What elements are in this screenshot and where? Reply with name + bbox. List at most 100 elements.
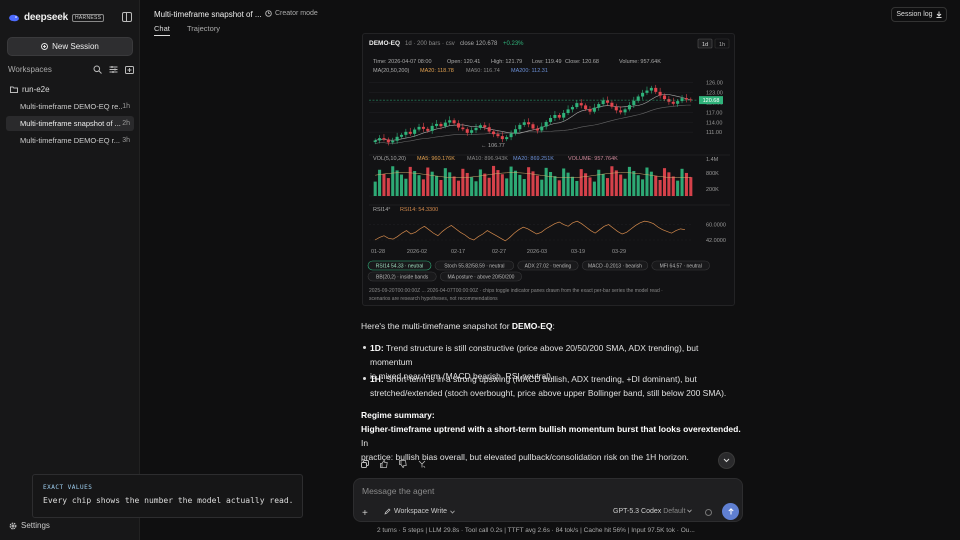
candle (531, 124, 535, 129)
session-item-active[interactable]: Multi-timeframe snapshot of ... 2h (6, 116, 134, 131)
session-item[interactable]: Multi-timeframe DEMO-EQ re... 1h (6, 99, 134, 114)
volume-bar (623, 178, 627, 196)
download-icon (936, 11, 942, 18)
harness-badge: HARNESS (72, 13, 105, 22)
app-logo[interactable]: deepseek HARNESS (8, 12, 105, 23)
model-selector[interactable]: GPT-5.3 Codex Default (613, 508, 693, 515)
copy-icon[interactable] (361, 460, 369, 468)
sidebar-toggle-icon[interactable] (122, 12, 132, 22)
candle (632, 100, 636, 106)
candle (408, 131, 412, 134)
branch-icon[interactable] (418, 460, 426, 468)
volume-tick-label: 1.4M (706, 157, 719, 163)
add-folder-icon[interactable] (125, 65, 134, 74)
regime-bold: Higher-timeframe uptrend with a short-te… (361, 424, 741, 434)
session-log-button[interactable]: Session log (891, 7, 947, 22)
volume-bar (645, 167, 649, 196)
candle (513, 129, 517, 134)
price-pane: 126.00123.00120.00117.00114.00111.00120.… (369, 81, 723, 149)
indicator-chip-label: Stoch 55.82/58.59 · neutral (444, 263, 504, 269)
search-icon[interactable] (93, 65, 102, 74)
volume-bar (671, 176, 675, 196)
candle (619, 110, 623, 113)
volume-bar (632, 171, 636, 196)
creator-mode-toggle[interactable]: Creator mode (265, 10, 318, 17)
volume-bar (395, 170, 399, 196)
send-button[interactable] (722, 503, 739, 520)
session-title-header[interactable]: Multi-timeframe snapshot of ... (154, 10, 262, 19)
app-name: deepseek (24, 12, 68, 23)
tab-trajectory[interactable]: Trajectory (187, 24, 220, 33)
volume-bar (404, 178, 408, 196)
intro-symbol: DEMO-EQ (511, 321, 553, 331)
indicator-chip-label: RSI14 54.33 · neutral (376, 263, 424, 269)
model-name: GPT-5.3 Codex (613, 508, 662, 515)
settings-button[interactable]: Settings (9, 521, 50, 530)
volume-bar (689, 177, 693, 196)
indicator-chip-label: MA posture · above 20/50/200 (447, 274, 514, 280)
timeframe-1d-label: 1d (702, 42, 708, 48)
volume-bar (676, 180, 680, 196)
session-title: Multi-timeframe DEMO-EQ r... (20, 136, 121, 145)
volume-bar (680, 168, 684, 196)
volume-bar (500, 174, 504, 196)
tab-chat[interactable]: Chat (154, 24, 170, 33)
volume-bar (610, 166, 614, 196)
filter-icon[interactable] (109, 65, 118, 74)
candle (671, 101, 675, 104)
workspace-permission-dropdown[interactable]: Workspace Write (384, 508, 455, 515)
candle (426, 128, 430, 131)
tip-body: Every chip shows the number the model ac… (43, 496, 294, 505)
candle (448, 120, 452, 123)
thumbs-down-icon[interactable] (399, 460, 407, 468)
tip-title: EXACT VALUES (43, 484, 93, 491)
bullet-1d-label: 1D: (370, 343, 384, 353)
volume-bar (456, 180, 461, 196)
new-session-button[interactable]: New Session (7, 37, 133, 56)
price-tick-label: 114.00 (706, 120, 722, 126)
bullet-dot (363, 377, 366, 380)
ma-line (375, 94, 691, 141)
volume-bar (505, 178, 509, 196)
message-composer[interactable]: Message the agent + Workspace Write GPT-… (353, 478, 743, 522)
candle (566, 109, 570, 114)
message-input-placeholder[interactable]: Message the agent (362, 486, 434, 496)
rsi-pane: 60.0000 42.0000 01-28 2026-02 02-17 02-27 2026… (369, 154, 730, 255)
info-volume: Volume: 957.64K (619, 59, 661, 65)
volume-bar (417, 175, 421, 196)
attach-plus-icon[interactable]: + (362, 508, 368, 519)
volume-tick-label: 800K (706, 171, 719, 177)
candle (452, 120, 456, 124)
info-time: Time: 2026-04-07 08:00 (373, 59, 432, 65)
candle (597, 104, 601, 108)
volume-bar (421, 179, 425, 196)
volume-bar (614, 170, 618, 196)
volume-bar (518, 174, 522, 196)
volume-bar (557, 180, 561, 196)
volume-bar (566, 172, 570, 196)
volume-bar (435, 175, 439, 196)
candle (399, 134, 404, 137)
workspace-folder[interactable]: run-e2e (10, 85, 50, 94)
candle (662, 95, 667, 100)
candle (395, 136, 399, 141)
price-tick-label: 126.00 (706, 81, 723, 87)
volume-bar (439, 180, 443, 196)
candle (605, 100, 610, 103)
candle (487, 127, 491, 132)
session-item[interactable]: Multi-timeframe DEMO-EQ r... 3h (6, 133, 134, 148)
candle (667, 99, 671, 102)
intro-prefix: Here's the multi-timeframe snapshot for (361, 321, 512, 331)
x-tick-label: 2026-02 (407, 249, 427, 255)
volume-bar (540, 179, 544, 196)
x-tick-label: 2026-03 (527, 249, 547, 255)
bullet-1h-text-2: stretched/extended (stoch overbought, pr… (370, 388, 727, 398)
candle (391, 140, 395, 143)
volume-ma5: MA5: 960.176K (417, 156, 455, 162)
session-log-label: Session log (896, 11, 933, 18)
workspaces-header: Workspaces (8, 65, 134, 74)
volume-bar (496, 170, 500, 196)
thumbs-up-icon[interactable] (380, 460, 388, 468)
regime-label: Regime summary: (361, 410, 435, 420)
scroll-down-button[interactable] (718, 452, 735, 469)
